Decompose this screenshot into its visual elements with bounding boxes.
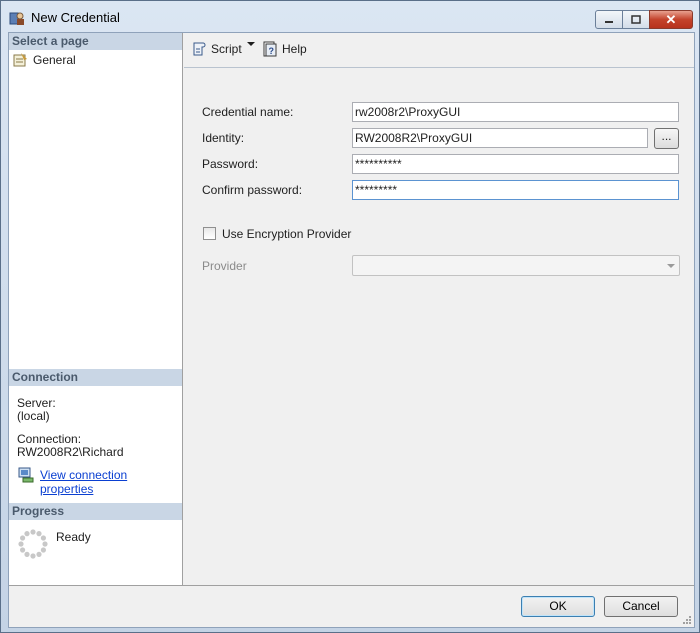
title-bar[interactable]: New Credential ✕: [1, 1, 699, 33]
connection-properties-icon: [18, 467, 34, 483]
progress-header: Progress: [9, 503, 182, 520]
chevron-down-icon: [667, 264, 675, 268]
credential-name-input[interactable]: rw2008r2\ProxyGUI: [352, 102, 679, 122]
provider-label: Provider: [202, 259, 247, 273]
server-value: (local): [17, 409, 50, 423]
close-icon: ✕: [665, 11, 677, 27]
maximize-icon: [631, 15, 641, 24]
minimize-icon: [605, 20, 613, 23]
connection-label: Connection:: [17, 432, 82, 446]
provider-select[interactable]: [352, 255, 680, 276]
help-button[interactable]: ? Help: [262, 41, 307, 57]
confirm-password-input[interactable]: *********: [352, 180, 679, 200]
window-controls: ✕: [595, 10, 693, 29]
maximize-button[interactable]: [622, 10, 650, 29]
credential-name-label: Credential name:: [202, 105, 294, 119]
progress-spinner-icon: [18, 529, 48, 559]
dialog-client-area: Select a page General Connection Server:…: [8, 32, 695, 628]
script-label: Script: [211, 42, 242, 56]
ok-button[interactable]: OK: [521, 596, 595, 617]
new-credential-window: New Credential ✕ Select a page General C…: [0, 0, 700, 633]
svg-text:?: ?: [269, 46, 275, 56]
confirm-password-label: Confirm password:: [202, 183, 303, 197]
page-item-label: General: [33, 53, 76, 67]
connection-value: RW2008R2\Richard: [17, 445, 124, 459]
minimize-button[interactable]: [595, 10, 623, 29]
password-input[interactable]: **********: [352, 154, 679, 174]
server-label: Server:: [17, 396, 56, 410]
identity-label: Identity:: [202, 131, 245, 145]
close-button[interactable]: ✕: [649, 10, 693, 29]
connection-header: Connection: [9, 369, 182, 386]
help-icon: ?: [263, 41, 277, 57]
password-label: Password:: [202, 157, 259, 171]
script-dropdown-button[interactable]: [247, 41, 255, 47]
credential-app-icon: [9, 12, 24, 25]
use-encryption-checkbox[interactable]: [203, 227, 216, 240]
script-icon: [193, 42, 206, 56]
select-page-header: Select a page: [9, 33, 182, 50]
help-label: Help: [282, 42, 307, 56]
resize-grip-icon[interactable]: [682, 615, 692, 625]
left-pane: Select a page General Connection Server:…: [9, 33, 183, 585]
toolbar: Script ? Help: [184, 33, 694, 68]
progress-status: Ready: [56, 530, 91, 544]
script-button[interactable]: Script: [191, 41, 242, 57]
view-connection-properties-link[interactable]: View connection properties: [40, 468, 182, 496]
general-page-icon: [13, 53, 27, 67]
identity-input[interactable]: RW2008R2\ProxyGUI: [352, 128, 648, 148]
chevron-down-icon: [247, 42, 255, 46]
window-title: New Credential: [31, 10, 120, 25]
cancel-button[interactable]: Cancel: [604, 596, 678, 617]
page-item-general[interactable]: General: [12, 52, 76, 68]
browse-identity-button[interactable]: ...: [654, 128, 679, 149]
use-encryption-label[interactable]: Use Encryption Provider: [222, 227, 351, 241]
bottom-divider: [9, 585, 694, 586]
